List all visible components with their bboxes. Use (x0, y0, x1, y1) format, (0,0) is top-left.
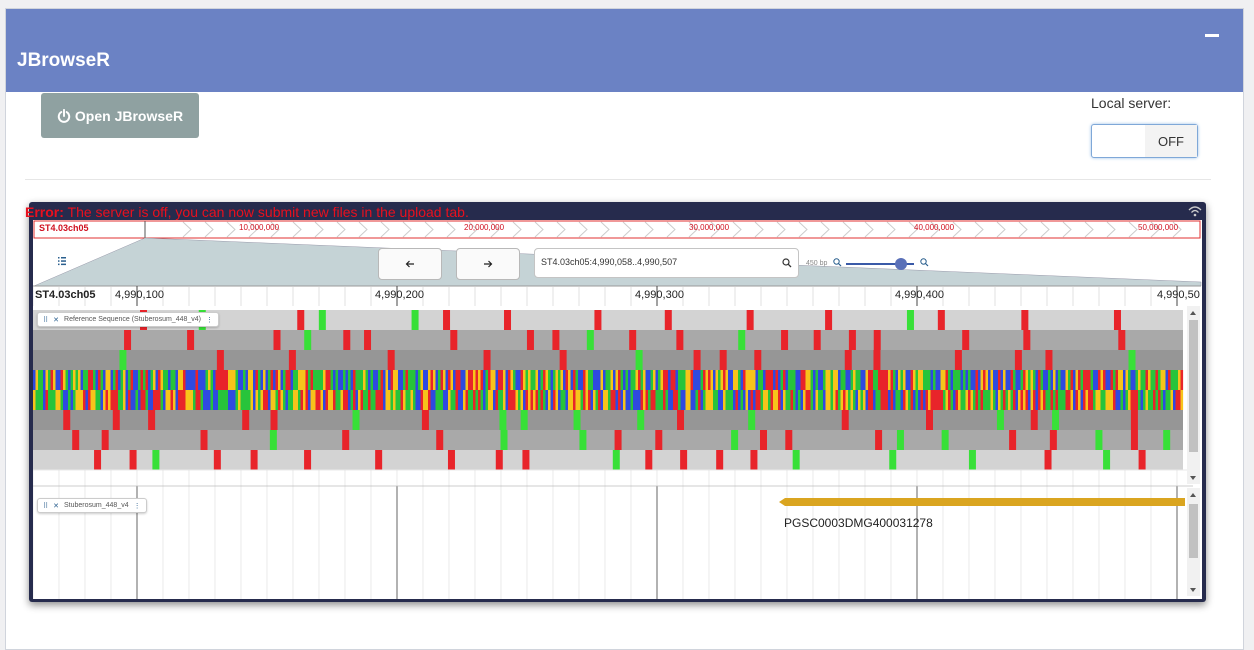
wifi-icon[interactable] (1188, 205, 1202, 217)
overview-chrom: ST4.03ch05 (39, 223, 89, 233)
scroll-right-button[interactable] (456, 248, 520, 280)
gene-feature (779, 498, 1185, 506)
zoom-out-icon[interactable] (833, 258, 842, 267)
close-icon[interactable]: ✕ (53, 502, 59, 510)
gene-track-name: Stuberosum_448_v4 (64, 502, 129, 509)
ruler-tick: 4,990,300 (635, 289, 684, 301)
error-text: The server is off, you can now submit ne… (63, 204, 469, 220)
jbrowse-canvas: ST4.03ch05 10,000,000 20,000,000 30,000,… (33, 220, 1202, 599)
reference-track-label[interactable]: ⠿ ✕ Reference Sequence (Stuberosum_448_v… (37, 312, 219, 327)
jbrowse-view: ST4.03ch05 10,000,000 20,000,000 30,000,… (29, 202, 1206, 602)
divider (25, 179, 1211, 180)
track-menu-icon[interactable] (57, 256, 67, 266)
power-icon (57, 108, 71, 123)
arrow-right-icon (484, 260, 493, 268)
ruler-chrom: ST4.03ch05 (35, 289, 96, 301)
zoom-slider-handle[interactable] (895, 258, 907, 270)
drag-handle-icon[interactable]: ⠿ (43, 316, 48, 324)
overview-tick: 40,000,000 (914, 223, 955, 232)
drag-handle-icon[interactable]: ⠿ (43, 502, 48, 510)
overview-tick: 20,000,000 (464, 223, 505, 232)
track-options-icon[interactable]: ⋮ (134, 502, 141, 510)
collapse-icon[interactable] (1205, 34, 1219, 37)
search-icon[interactable] (782, 258, 792, 268)
overview-tick: 10,000,000 (239, 223, 280, 232)
gene-label[interactable]: PGSC0003DMG400031278 (784, 516, 933, 530)
overview-tick: 30,000,000 (689, 223, 730, 232)
reference-track-scrollbar[interactable] (1187, 306, 1200, 484)
gene-track-scrollbar[interactable] (1187, 488, 1200, 596)
local-server-toggle[interactable]: OFF (1091, 124, 1198, 158)
arrow-left-icon (405, 260, 414, 268)
ruler-tick: 4,990,200 (375, 289, 424, 301)
zoom-bp-label: 450 bp (806, 260, 828, 267)
ruler-tick: 4,990,100 (115, 289, 164, 301)
open-jbrowser-label: Open JBrowseR (74, 107, 184, 124)
toggle-state: OFF (1145, 125, 1197, 157)
scroll-left-button[interactable] (378, 248, 442, 280)
close-icon[interactable]: ✕ (53, 316, 59, 324)
location-text: ST4.03ch05:4,990,058..4,990,507 (541, 257, 678, 267)
error-message: Error: The server is off, you can now su… (25, 204, 469, 220)
zoom-in-icon[interactable] (920, 258, 929, 267)
box-title: JBrowseR (17, 50, 110, 71)
gene-track-label[interactable]: ⠿ ✕ Stuberosum_448_v4 ⋮ (37, 498, 147, 513)
reference-track-name: Reference Sequence (Stuberosum_448_v4) (64, 316, 201, 323)
overview-tick: 50,000,000 (1138, 223, 1179, 232)
error-prefix: Error: (25, 204, 64, 220)
ruler-tick: 4,990,50 (1157, 289, 1200, 301)
box-header: JBrowseR (6, 9, 1243, 92)
track-options-icon[interactable]: ⋮ (206, 316, 213, 324)
open-jbrowser-button[interactable]: Open JBrowseR (41, 93, 199, 138)
ruler-tick: 4,990,400 (895, 289, 944, 301)
location-input[interactable]: ST4.03ch05:4,990,058..4,990,507 (534, 248, 799, 278)
local-server-label: Local server: (1091, 95, 1172, 111)
